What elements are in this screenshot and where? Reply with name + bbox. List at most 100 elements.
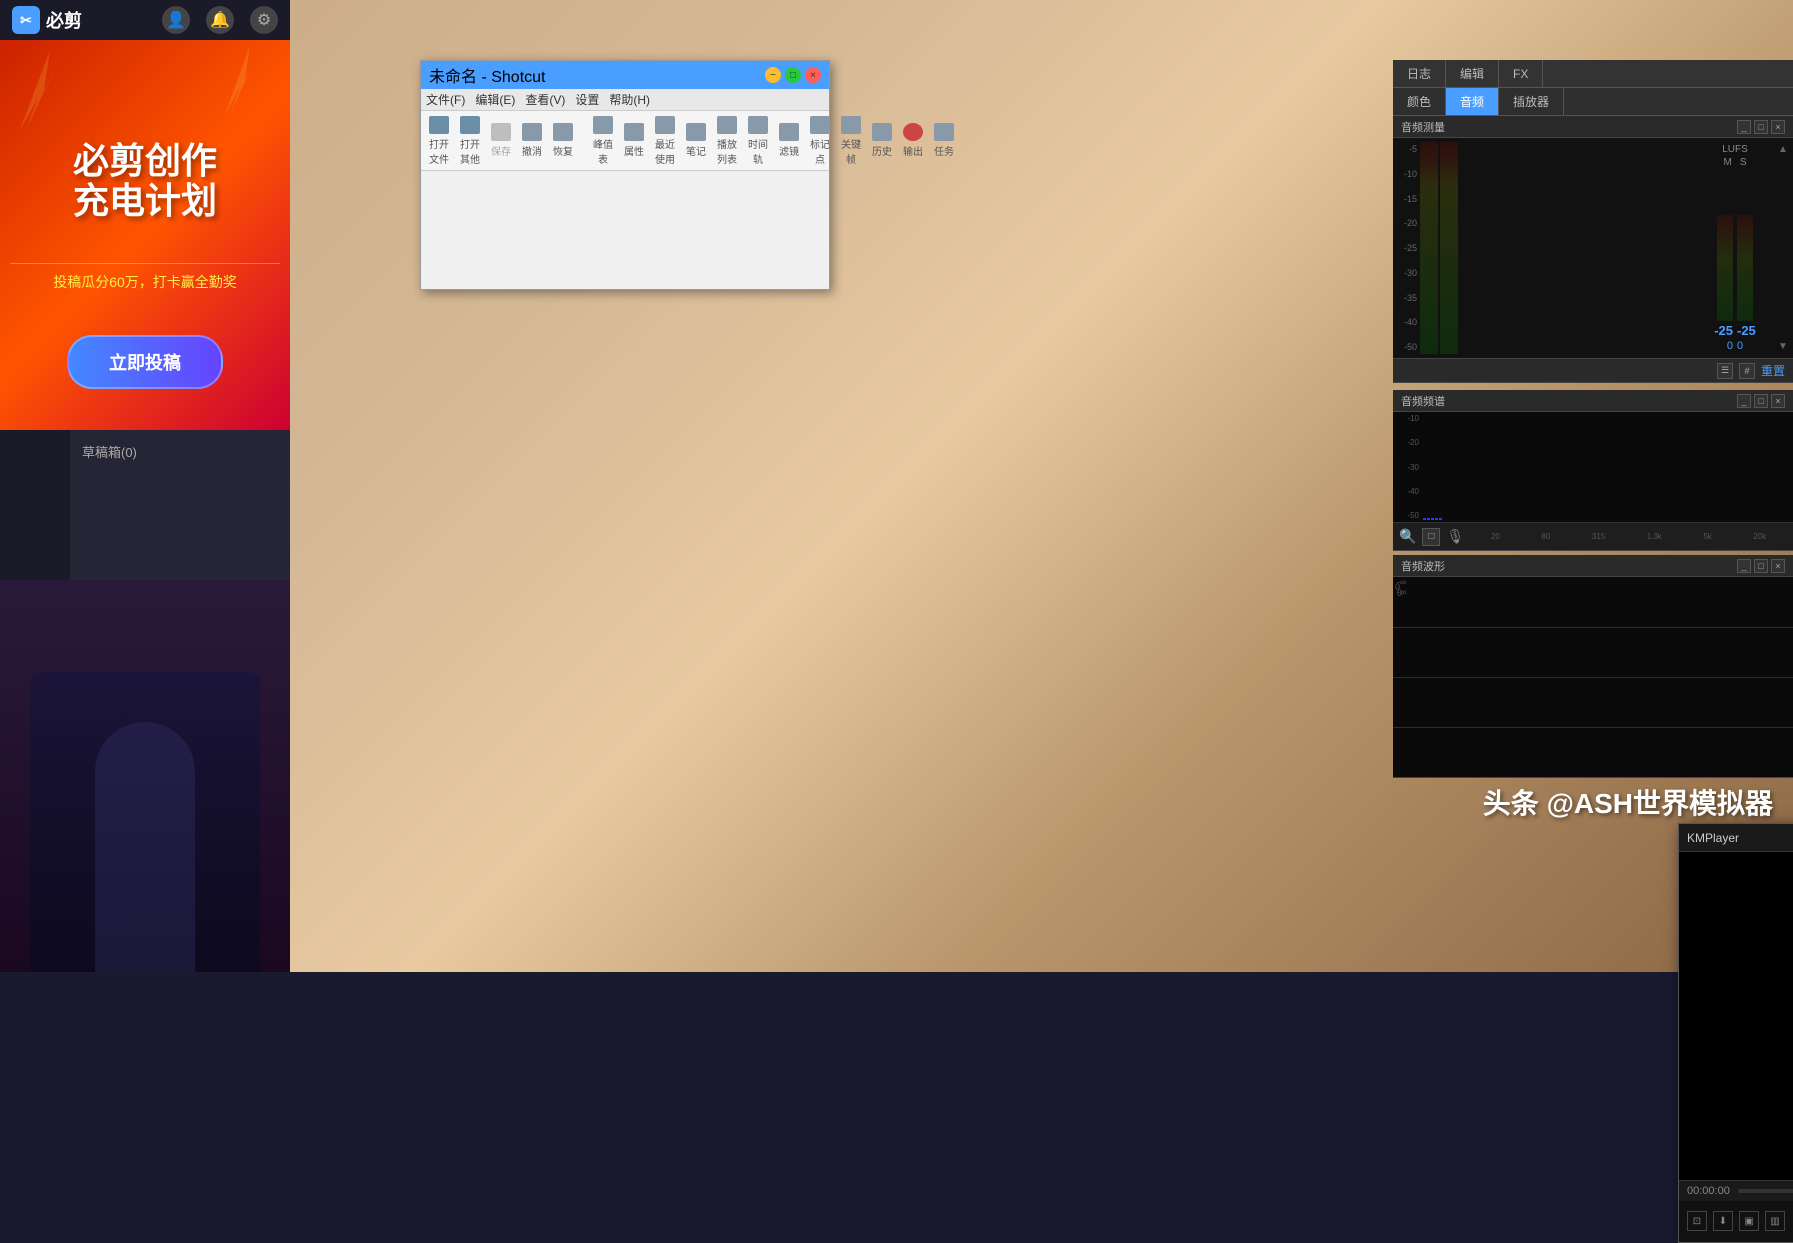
shotcut-win-controls: − □ × xyxy=(765,67,821,83)
toolbar-recent-label: 最近使用 xyxy=(655,136,675,166)
spectrum-maximize[interactable]: □ xyxy=(1754,394,1768,408)
vol-scale-m25: -25 xyxy=(1404,243,1417,253)
toolbar-properties[interactable]: 属性 xyxy=(621,120,647,161)
vol-bar-left xyxy=(1420,142,1438,354)
spec-bar-2 xyxy=(1427,518,1430,520)
freq-1k3: 1.3k xyxy=(1647,532,1662,541)
lufs-bottom-m: 0 xyxy=(1727,340,1733,352)
spec-bar-5 xyxy=(1439,518,1442,520)
toolbar-history[interactable]: 历史 xyxy=(869,120,895,161)
sub-tab-player[interactable]: 插放器 xyxy=(1499,88,1564,115)
audio-measure-minimize[interactable]: _ xyxy=(1737,120,1751,134)
toolbar-undo[interactable]: 撤消 xyxy=(519,120,545,161)
kmp-timeline: 00:00:00 00:00:00 xyxy=(1679,1181,1793,1201)
sub-tab-color[interactable]: 颜色 xyxy=(1393,88,1446,115)
spectrum-minimize[interactable]: _ xyxy=(1737,394,1751,408)
tab-fx[interactable]: FX xyxy=(1499,60,1543,87)
vol-scroll-up[interactable]: ▲ xyxy=(1778,144,1788,155)
tab-edit[interactable]: 编辑 xyxy=(1446,60,1499,87)
lufs-s-label: S xyxy=(1740,157,1747,168)
kmp-playback-controls: ⊡ ⬇ ▣ ▥ ⏮ ⏪ ▶ ⏩ ⏹ xyxy=(1679,1201,1793,1242)
bijian-drafts-area: 草稿箱(0) xyxy=(70,430,290,580)
freq-5k: 5k xyxy=(1703,532,1711,541)
bijian-ad-banner: 必剪创作 充电计划 投稿瓜分60万，打卡赢全勤奖 立即投稿 xyxy=(0,40,290,430)
toolbar-tasks[interactable]: 任务 xyxy=(931,120,957,161)
vol-bar-right xyxy=(1440,142,1458,354)
vol-scale-m50: -50 xyxy=(1404,342,1417,352)
spectrum-close[interactable]: × xyxy=(1771,394,1785,408)
shotcut-menu-settings[interactable]: 设置 xyxy=(575,91,599,108)
toolbar-filters[interactable]: 滤镜 xyxy=(776,120,802,161)
audio-measure-close[interactable]: × xyxy=(1771,120,1785,134)
audio-grid-btn[interactable]: # xyxy=(1739,363,1755,379)
bijian-notification-btn[interactable]: 🔔 xyxy=(206,6,234,34)
bijian-ad-title-line2: 充电计划 xyxy=(73,181,217,221)
bijian-settings-btn[interactable]: ⚙ xyxy=(250,6,278,34)
toolbar-keyframes[interactable]: 关键帧 xyxy=(838,113,864,169)
toolbar-keyframes-label: 关键帧 xyxy=(841,136,861,166)
spec-bar-1 xyxy=(1423,518,1426,520)
bijian-user-btn[interactable]: 👤 xyxy=(162,6,190,34)
vol-scroll-down[interactable]: ▼ xyxy=(1778,341,1788,352)
toolbar-markers[interactable]: 标记点 xyxy=(807,113,833,169)
shotcut-title: 未命名 - Shotcut xyxy=(429,63,545,87)
bijian-logo: ✂ 必剪 xyxy=(12,6,82,34)
bijian-ad-cta-btn[interactable]: 立即投稿 xyxy=(67,335,223,389)
toolbar-playlist[interactable]: 播放列表 xyxy=(714,113,740,169)
audio-list-btn[interactable]: ☰ xyxy=(1717,363,1733,379)
shotcut-close-btn[interactable]: × xyxy=(805,67,821,83)
shotcut-menu-view[interactable]: 查看(V) xyxy=(525,91,565,108)
waveform-display: 0 -∞ 0 -∞ xyxy=(1393,577,1793,777)
lufs-val-s: -25 xyxy=(1737,323,1756,338)
person-area xyxy=(30,672,260,972)
toolbar-open-other[interactable]: 打开其他 xyxy=(457,113,483,169)
lufs-bottom-s: 0 xyxy=(1737,340,1743,352)
toolbar-peak-meter[interactable]: 峰值表 xyxy=(590,113,616,169)
kmp-progress-bar[interactable] xyxy=(1738,1189,1793,1193)
kmp-icon-btn-1[interactable]: ⊡ xyxy=(1687,1211,1707,1231)
waveform-maximize[interactable]: □ xyxy=(1754,559,1768,573)
vol-scale-m5: -5 xyxy=(1409,144,1417,154)
toolbar-timeline-label: 时间轨 xyxy=(748,136,768,166)
lufs-m-label: M xyxy=(1723,157,1731,168)
kmp-icon-btn-2[interactable]: ⬇ xyxy=(1713,1211,1733,1231)
toolbar-recent[interactable]: 最近使用 xyxy=(652,113,678,169)
waveform-scale-0b: 0 xyxy=(1397,588,1402,598)
toolbar-save[interactable]: 保存 xyxy=(488,120,514,161)
watermark: 头条 @ASH世界模拟器 xyxy=(1483,782,1773,822)
vol-scale-m35: -35 xyxy=(1404,293,1417,303)
spectrum-zoom-in[interactable]: 🔍 xyxy=(1399,528,1416,545)
toolbar-output[interactable]: 输出 xyxy=(900,120,926,161)
shotcut-menubar: 文件(F) 编辑(E) 查看(V) 设置 帮助(H) xyxy=(421,89,829,111)
kmp-bottom-bar: 00:00:00 00:00:00 ⊡ ⬇ ▣ ▥ ⏮ ⏪ ▶ ⏩ ⏹ xyxy=(1679,1180,1793,1242)
audio-measure-maximize[interactable]: □ xyxy=(1754,120,1768,134)
toolbar-redo[interactable]: 恢复 xyxy=(550,120,576,161)
spectrum-mic-btn[interactable]: 🎙 xyxy=(1446,528,1464,545)
shotcut-menu-edit[interactable]: 编辑(E) xyxy=(475,91,515,108)
waveform-scale-inf2: -∞ xyxy=(1397,577,1406,587)
toolbar-notes[interactable]: 笔记 xyxy=(683,120,709,161)
spectrum-box-btn[interactable]: □ xyxy=(1422,528,1440,546)
toolbar-props-label: 属性 xyxy=(624,143,644,158)
kmp-icon-btn-4[interactable]: ▥ xyxy=(1765,1211,1785,1231)
toolbar-open-file[interactable]: 打开文件 xyxy=(426,113,452,169)
waveform-minimize[interactable]: _ xyxy=(1737,559,1751,573)
toolbar-timeline[interactable]: 时间轨 xyxy=(745,113,771,169)
sub-tab-audio[interactable]: 音频 xyxy=(1446,88,1499,115)
waveform-scale-0: 0 -∞ 0 -∞ xyxy=(1395,582,1400,592)
lufs-label: LUFS xyxy=(1722,144,1748,155)
shotcut-menu-help[interactable]: 帮助(H) xyxy=(609,91,650,108)
kmp-video-area: KMPlayer 📱 Mobile App ☕ Buy me a coffee … xyxy=(1679,852,1793,1180)
bijian-logo-icon: ✂ xyxy=(12,6,40,34)
audio-reset-row: ☰ # 重置 xyxy=(1393,358,1793,382)
waveform-close[interactable]: × xyxy=(1771,559,1785,573)
shotcut-maximize-btn[interactable]: □ xyxy=(785,67,801,83)
shotcut-menu-file[interactable]: 文件(F) xyxy=(426,91,465,108)
audio-reset-btn[interactable]: 重置 xyxy=(1761,362,1785,379)
bijian-ad-sub: 投稿瓜分60万，打卡赢全勤奖 xyxy=(10,263,280,292)
spec-scale-m40: -40 xyxy=(1407,487,1419,496)
kmp-title-text: KMPlayer xyxy=(1687,831,1739,845)
tab-logs[interactable]: 日志 xyxy=(1393,60,1446,87)
kmp-icon-btn-3[interactable]: ▣ xyxy=(1739,1211,1759,1231)
shotcut-minimize-btn[interactable]: − xyxy=(765,67,781,83)
